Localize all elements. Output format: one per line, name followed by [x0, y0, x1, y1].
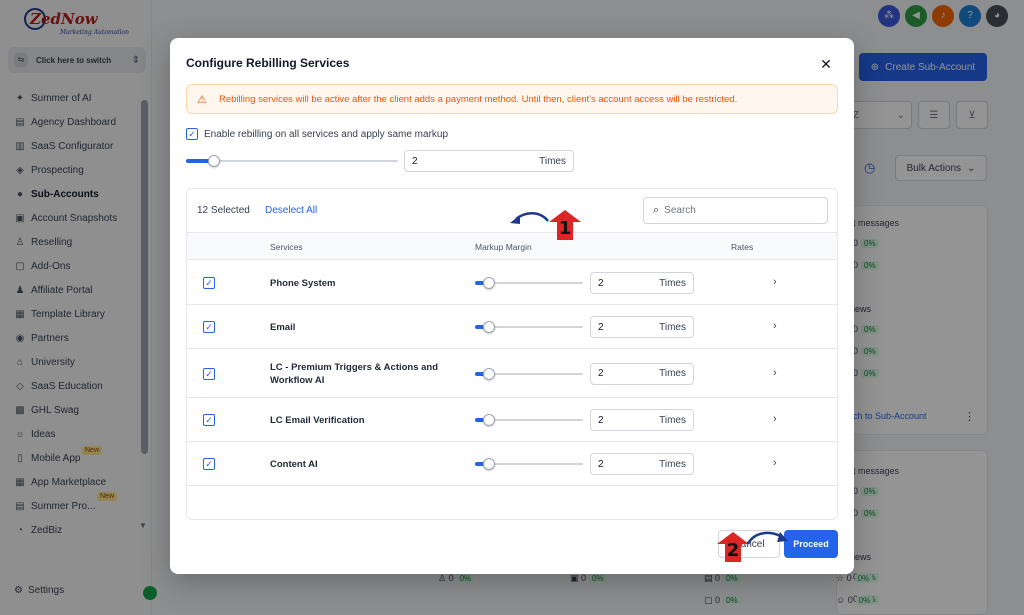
markup-value: 2	[598, 368, 604, 379]
column-markup-margin: Markup Margin	[475, 242, 532, 252]
table-row: ✓ Email 2 Times ›	[187, 305, 837, 349]
table-row: ✓ LC - Premium Triggers & Actions and Wor…	[187, 349, 837, 398]
close-icon[interactable]: ✕	[818, 56, 834, 72]
slider-thumb[interactable]	[483, 277, 495, 289]
markup-value: 2	[598, 321, 604, 333]
alert-text: Rebilling services will be active after …	[219, 93, 738, 105]
global-markup-value: 2	[412, 155, 418, 167]
markup-input[interactable]: 2 Times	[590, 272, 694, 294]
slider-thumb[interactable]	[208, 155, 220, 167]
chevron-right-icon[interactable]: ›	[773, 320, 777, 332]
markup-input[interactable]: 2 Times	[590, 409, 694, 431]
markup-unit: Times	[659, 368, 686, 379]
slider-thumb[interactable]	[483, 414, 495, 426]
table-row: ✓ Phone System 2 Times ›	[187, 261, 837, 305]
configure-rebilling-modal: Configure Rebilling Services ✕ ⚠ Rebilli…	[170, 38, 854, 574]
markup-value: 2	[598, 414, 604, 426]
service-name: Content AI	[270, 459, 318, 470]
annotation-marker-2: 2	[716, 531, 750, 563]
global-markup-input[interactable]: 2 Times	[404, 150, 574, 172]
row-checkbox[interactable]: ✓	[203, 277, 215, 289]
markup-value: 2	[598, 458, 604, 470]
markup-slider[interactable]	[475, 412, 583, 428]
services-table: 12 Selected Deselect All ⌕ Services Mark…	[186, 188, 838, 520]
enable-rebilling-label: Enable rebilling on all services and app…	[204, 128, 449, 140]
selected-count: 12 Selected	[197, 205, 250, 216]
markup-slider[interactable]	[475, 456, 583, 472]
annotation-number-1: 1	[558, 218, 572, 239]
enable-rebilling-checkbox[interactable]: ✓	[186, 128, 198, 140]
markup-slider[interactable]	[475, 366, 583, 382]
markup-input[interactable]: 2 Times	[590, 316, 694, 338]
chevron-right-icon[interactable]: ›	[773, 367, 777, 379]
markup-unit: Times	[659, 458, 686, 470]
markup-input[interactable]: 2 Times	[590, 362, 694, 385]
chevron-right-icon[interactable]: ›	[773, 276, 777, 288]
service-name: LC Email Verification	[270, 415, 365, 426]
table-header: Services Markup Margin Rates	[187, 232, 837, 260]
chevron-right-icon[interactable]: ›	[773, 413, 777, 425]
warning-icon: ⚠	[197, 93, 207, 106]
markup-value: 2	[598, 277, 604, 289]
global-markup-unit: Times	[539, 155, 566, 167]
search-field[interactable]: ⌕	[643, 197, 828, 224]
chevron-right-icon[interactable]: ›	[773, 457, 777, 469]
markup-slider[interactable]	[475, 319, 583, 335]
search-icon: ⌕	[653, 204, 660, 216]
markup-unit: Times	[659, 321, 686, 333]
annotation-number-2: 2	[726, 540, 740, 561]
enable-rebilling-row: ✓ Enable rebilling on all services and a…	[186, 128, 448, 140]
slider-thumb[interactable]	[483, 458, 495, 470]
markup-slider[interactable]	[475, 275, 583, 291]
markup-unit: Times	[659, 277, 686, 289]
search-input[interactable]	[664, 205, 815, 216]
annotation-marker-1: 1	[548, 209, 582, 241]
deselect-all-link[interactable]: Deselect All	[265, 205, 317, 216]
curved-arrow-icon	[746, 531, 788, 545]
warning-alert: ⚠ Rebilling services will be active afte…	[186, 84, 838, 114]
row-checkbox[interactable]: ✓	[203, 414, 215, 426]
service-name: Email	[270, 322, 296, 333]
row-checkbox[interactable]: ✓	[203, 458, 215, 470]
service-name: LC - Premium Triggers & Actions and Work…	[270, 361, 439, 386]
slider-thumb[interactable]	[483, 321, 495, 333]
modal-title: Configure Rebilling Services	[186, 56, 350, 70]
proceed-button[interactable]: Proceed	[784, 530, 838, 558]
markup-input[interactable]: 2 Times	[590, 453, 694, 475]
row-checkbox[interactable]: ✓	[203, 367, 215, 380]
slider-thumb[interactable]	[483, 367, 495, 380]
table-row: ✓ Content AI 2 Times ›	[187, 442, 837, 486]
table-row: ✓ LC Email Verification 2 Times ›	[187, 398, 837, 442]
global-markup-slider[interactable]	[186, 153, 398, 169]
column-rates: Rates	[731, 242, 754, 252]
row-checkbox[interactable]: ✓	[203, 321, 215, 333]
curved-arrow-icon	[510, 212, 549, 224]
markup-unit: Times	[659, 414, 686, 426]
column-services: Services	[270, 242, 303, 252]
service-name: Phone System	[270, 278, 336, 289]
